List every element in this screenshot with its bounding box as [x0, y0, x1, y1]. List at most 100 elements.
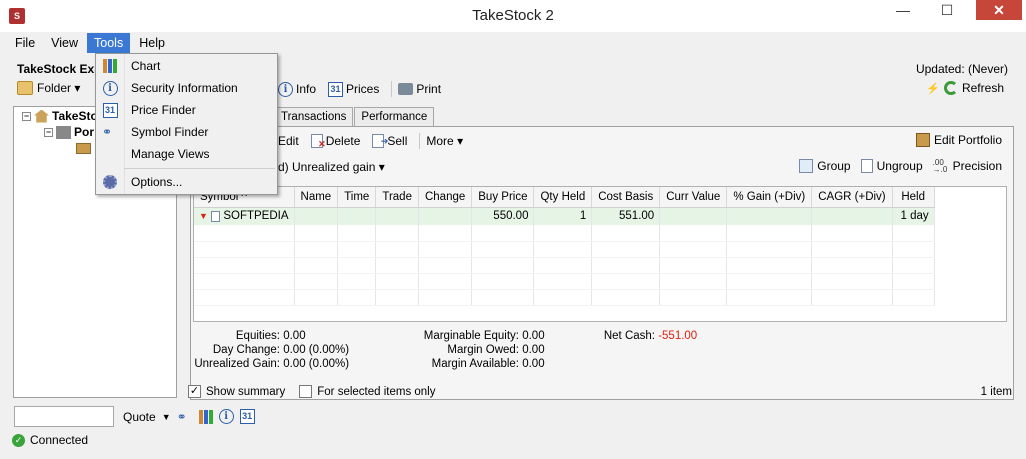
quote-input[interactable]	[14, 406, 114, 427]
prices-button[interactable]: 31 Prices	[328, 81, 380, 97]
ungroup-icon	[860, 159, 873, 173]
menu-item-price-finder[interactable]: 31 Price Finder	[96, 99, 277, 121]
view-selector[interactable]: d) Unrealized gain ▾	[278, 160, 385, 174]
precision-button[interactable]: .00 →.0 Precision	[933, 159, 1002, 174]
quote-button[interactable]: Quote	[123, 410, 156, 424]
folder-button[interactable]: Folder ▾	[17, 81, 80, 95]
edit-button[interactable]: Edit	[278, 134, 299, 148]
tab-transactions[interactable]: Transactions	[274, 107, 354, 126]
selected-only-label: For selected items only	[317, 385, 436, 398]
margin-available-label: Margin Available:	[431, 358, 519, 370]
summary-panel: Equities: 0.00 Day Change: 0.00 (0.00%) …	[193, 326, 1007, 376]
show-summary-checkbox[interactable]: ✓	[188, 385, 201, 398]
document-icon	[211, 210, 221, 222]
tree-account[interactable]	[76, 141, 91, 155]
info-label: Info	[296, 82, 317, 96]
folder-button-label: Folder ▾	[37, 81, 81, 95]
menu-item-symbol-finder[interactable]: ⚭ Symbol Finder	[96, 121, 277, 143]
selected-only-checkbox[interactable]	[299, 385, 313, 398]
sell-label: Sell	[387, 134, 408, 148]
refresh-button[interactable]: ⚡ Refresh	[926, 81, 1004, 95]
tree-portfolio-label: Por	[74, 125, 95, 139]
quote-toolbar: Quote ▼ ⚭ i 31	[123, 409, 255, 424]
menu-file[interactable]: File	[8, 33, 42, 53]
chart-icon[interactable]	[198, 409, 213, 424]
col-cagr[interactable]: CAGR (+Div)	[811, 187, 893, 208]
sell-button[interactable]: Sell	[372, 134, 407, 148]
refresh-icon	[943, 81, 958, 95]
unrealized-gain-pct: (0.00%)	[308, 358, 350, 370]
window-title: TakeStock 2	[472, 7, 554, 24]
calendar-icon[interactable]: 31	[239, 409, 255, 424]
marginable-equity-value: 0.00	[522, 330, 545, 342]
col-time[interactable]: Time	[337, 187, 377, 208]
cell-trade	[375, 207, 419, 225]
menu-item-label: Manage Views	[131, 147, 210, 161]
maximize-button[interactable]: ☐	[932, 0, 962, 20]
briefcase-icon	[76, 143, 91, 155]
group-icon	[799, 159, 814, 173]
cell-name	[294, 207, 339, 225]
grid-header: Symbol ^ Name Time Trade Change Buy Pric…	[194, 187, 935, 208]
more-button[interactable]: More ▾	[426, 134, 463, 148]
binoculars-icon[interactable]: ⚭	[177, 411, 193, 423]
menu-help[interactable]: Help	[132, 33, 172, 53]
actions-toolbar: Edit Delete Sell More ▾	[278, 133, 475, 150]
quote-dropdown-icon[interactable]: ▼	[162, 412, 171, 422]
briefcase-edit-icon	[915, 133, 930, 147]
menu-separator	[124, 168, 275, 169]
cell-pct-gain	[726, 207, 813, 225]
cell-symbol: ▼ SOFTPEDIA	[194, 207, 295, 225]
day-change-value: 0.00	[283, 344, 306, 356]
group-label: Group	[817, 159, 851, 173]
ungroup-button[interactable]: Ungroup	[860, 159, 923, 173]
delete-button[interactable]: Delete	[310, 134, 360, 150]
down-arrow-icon: ▼	[199, 211, 208, 222]
col-qty-held[interactable]: Qty Held	[533, 187, 593, 208]
holdings-grid[interactable]: Symbol ^ Name Time Trade Change Buy Pric…	[193, 186, 1007, 322]
col-change[interactable]: Change	[418, 187, 473, 208]
cell-cagr	[811, 207, 893, 225]
group-button[interactable]: Group	[799, 159, 851, 173]
menu-item-options[interactable]: Options...	[96, 171, 277, 193]
printer-icon	[398, 83, 414, 95]
menu-tools[interactable]: Tools	[87, 33, 131, 53]
close-button[interactable]: ✕	[976, 0, 1022, 20]
summary-options: ✓ Show summary For selected items only	[188, 385, 436, 398]
menu-item-manage-views[interactable]: Manage Views	[96, 143, 277, 165]
info-icon[interactable]: i	[218, 409, 234, 424]
tab-performance[interactable]: Performance	[354, 107, 435, 126]
col-cost-basis[interactable]: Cost Basis	[591, 187, 661, 208]
edit-portfolio-button[interactable]: Edit Portfolio	[915, 133, 1002, 147]
info-button[interactable]: i Info	[278, 81, 317, 97]
col-pct-gain[interactable]: % Gain (+Div)	[726, 187, 813, 208]
tree-root[interactable]: − TakeSto	[22, 109, 98, 123]
gear-icon	[103, 175, 117, 189]
edit-portfolio-label: Edit Portfolio	[933, 133, 1002, 147]
sell-icon	[372, 134, 388, 148]
collapse-icon[interactable]: −	[22, 111, 31, 121]
margin-owed-value: 0.00	[522, 344, 545, 356]
print-button[interactable]: Print	[398, 82, 441, 96]
cell-curr-value	[659, 207, 728, 225]
info-icon: i	[278, 81, 293, 97]
tab-strip: Transactions Performance	[274, 107, 435, 126]
table-row[interactable]: ▼ SOFTPEDIA 550.00 1 551.00 1 day	[194, 207, 935, 225]
col-name[interactable]: Name	[294, 187, 339, 208]
col-curr-value[interactable]: Curr Value	[659, 187, 728, 208]
cell-buy-price: 550.00	[471, 207, 535, 225]
menu-view[interactable]: View	[44, 33, 85, 53]
prices-label: Prices	[346, 82, 380, 96]
col-held[interactable]: Held	[892, 187, 935, 208]
net-cash-label: Net Cash:	[603, 330, 655, 342]
menu-item-security-info[interactable]: i Security Information	[96, 77, 277, 99]
menu-item-chart[interactable]: Chart	[96, 55, 277, 77]
col-trade[interactable]: Trade	[375, 187, 419, 208]
menu-item-label: Price Finder	[131, 103, 196, 117]
col-buy-price[interactable]: Buy Price	[471, 187, 535, 208]
collapse-icon[interactable]: −	[44, 127, 53, 137]
minimize-button[interactable]: —	[888, 0, 918, 20]
menu-item-label: Options...	[131, 175, 183, 189]
equities-value: 0.00	[283, 330, 306, 342]
tree-portfolio[interactable]: − Por	[44, 125, 94, 139]
